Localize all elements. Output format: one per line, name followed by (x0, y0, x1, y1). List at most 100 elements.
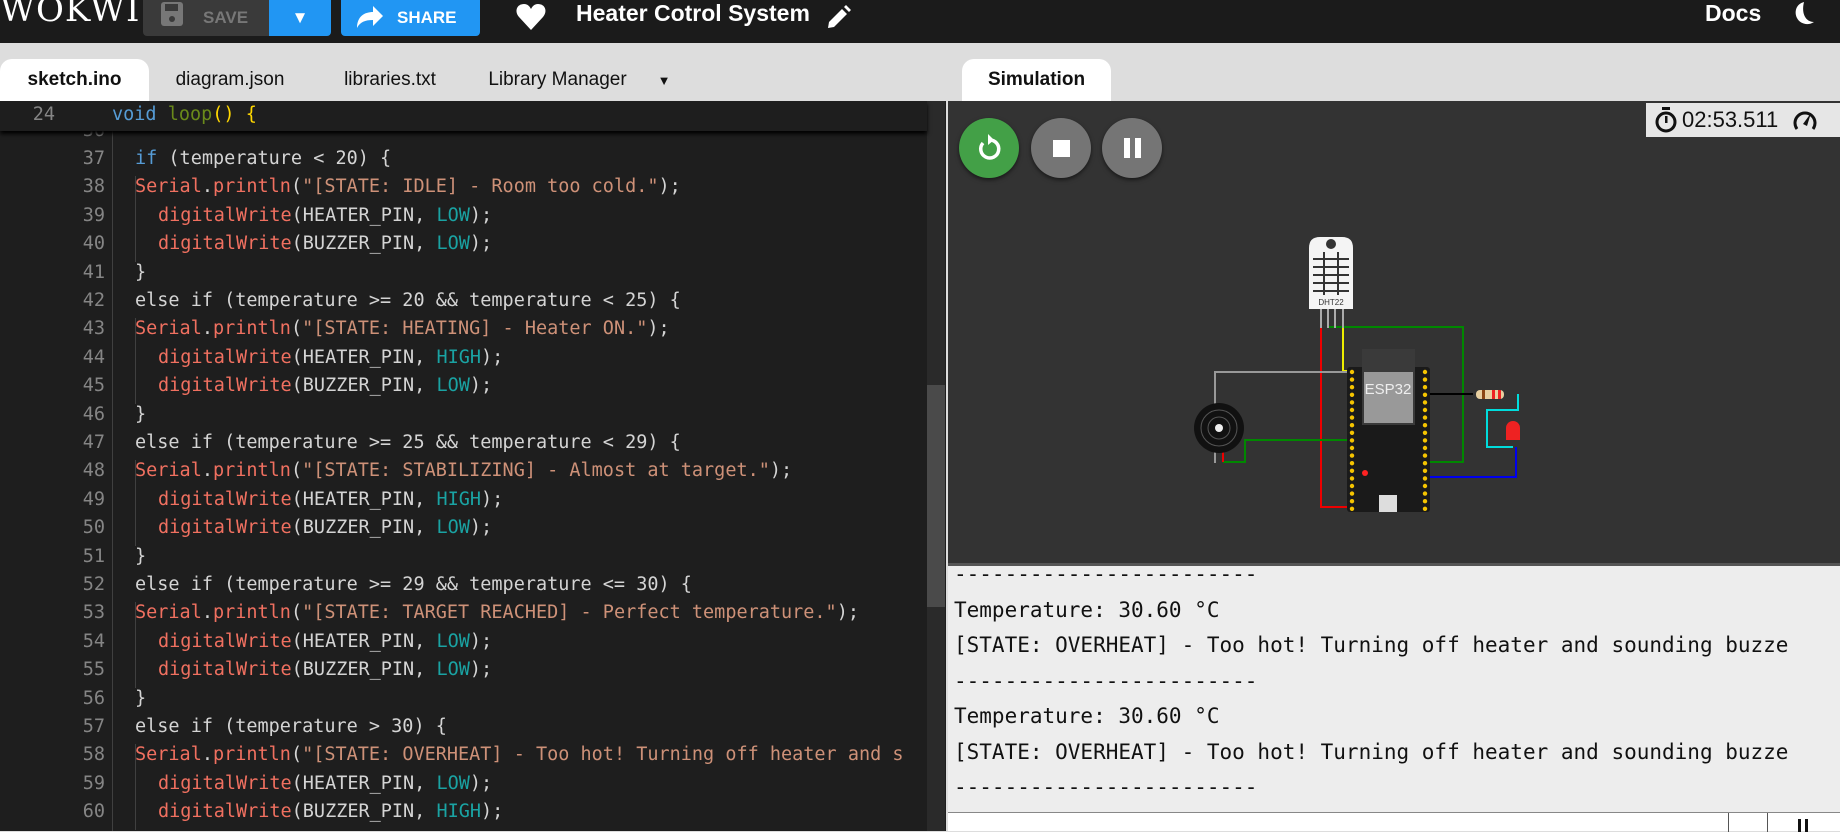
red-led (1506, 421, 1520, 440)
code-line: } (135, 261, 147, 283)
serial-line: Temperature: 30.60 °C (954, 704, 1220, 728)
save-dropdown-button[interactable]: ▼ (269, 0, 331, 36)
share-arrow-icon (357, 6, 383, 28)
simulation-canvas[interactable]: 02:53.511 DHT22 ESP32 (948, 101, 1840, 563)
line-number: 38 (82, 176, 105, 198)
esp32-label: ESP32 (1365, 381, 1412, 398)
docs-link[interactable]: Docs (1705, 0, 1761, 27)
esp32-pin (1422, 438, 1428, 443)
save-label: SAVE (203, 8, 249, 27)
indent-guide (135, 176, 136, 262)
serial-line: Temperature: 30.60 °C (954, 597, 1220, 622)
wire-red (1320, 327, 1350, 508)
code-line: Serial.println("[STATE: STABILIZING] - A… (135, 460, 793, 482)
tab-diagram-json[interactable]: diagram.json (160, 59, 300, 101)
serial-line: ------------------------ (954, 668, 1258, 693)
code-line: if (temperature < 20) { (135, 148, 392, 169)
indent-guide (135, 744, 136, 830)
esp32-pin (1349, 369, 1355, 375)
tab-sketch-ino[interactable]: sketch.ino (0, 59, 149, 101)
tab-library-manager[interactable]: Library Manager (470, 59, 645, 101)
line-number: 42 (82, 290, 105, 311)
line-number: 52 (82, 574, 105, 595)
line-number: 55 (82, 659, 105, 681)
line-number: 41 (82, 261, 105, 283)
line-number: 46 (82, 403, 105, 425)
code-line: digitalWrite(BUZZER_PIN, LOW); (158, 375, 493, 397)
serial-plotter-button[interactable] (1728, 813, 1768, 832)
esp32-pin (1422, 392, 1428, 397)
line-number: 49 (82, 488, 105, 510)
esp32-pin (1422, 491, 1428, 496)
dht22-sensor: DHT22 (1309, 237, 1353, 328)
serial-monitor-output[interactable]: ------------------------ Temperature: 30.… (948, 563, 1840, 812)
serial-line: [STATE: OVERHEAT] - Too hot! Turning off… (954, 633, 1789, 657)
indent-guide (112, 131, 113, 831)
code-line: } (135, 687, 147, 709)
esp32-pin (1349, 445, 1355, 451)
esp32-pin (1349, 506, 1355, 511)
esp32-pin (1422, 369, 1428, 375)
line-number: 48 (82, 460, 105, 482)
esp32-pin (1349, 476, 1355, 481)
wokwi-logo[interactable]: WOKWI (0, 0, 140, 30)
line-number: 47 (82, 432, 105, 453)
code-line: digitalWrite(BUZZER_PIN, HIGH); (158, 801, 504, 823)
line-number: 59 (82, 772, 105, 794)
esp32-pin (1422, 499, 1428, 504)
sticky-code: void loop() { (112, 104, 257, 125)
line-number: 45 (82, 375, 105, 397)
code-line: digitalWrite(HEATER_PIN, HIGH); (158, 346, 504, 368)
esp32-pin (1349, 385, 1355, 390)
tab-libraries-txt[interactable]: libraries.txt (325, 59, 455, 101)
line-number: 43 (82, 318, 105, 340)
code-line: Serial.println("[STATE: HEATING] - Heate… (135, 318, 670, 340)
line-number: 58 (82, 744, 105, 766)
code-line: digitalWrite(BUZZER_PIN, LOW); (158, 233, 493, 255)
tab-simulation[interactable]: Simulation (962, 59, 1111, 101)
esp32-pin (1349, 461, 1355, 466)
code-line: Serial.println("[STATE: OVERHEAT] - Too … (135, 744, 904, 766)
save-button[interactable]: SAVE (143, 0, 269, 36)
esp32-pin (1349, 468, 1355, 473)
indent-guide (135, 602, 136, 688)
tabs-dropdown-icon[interactable]: ▼ (652, 59, 676, 101)
serial-pause-icon[interactable] (1798, 819, 1808, 832)
esp32-pin (1422, 445, 1428, 451)
share-button[interactable]: SHARE (341, 0, 480, 36)
esp32-pin (1349, 453, 1355, 458)
esp32-pin (1422, 453, 1428, 458)
esp32-pin (1422, 423, 1428, 428)
pencil-edit-icon[interactable] (824, 4, 852, 32)
serial-monitor-input[interactable] (948, 812, 1840, 832)
project-title[interactable]: Heater Cotrol System (576, 0, 810, 27)
code-line: digitalWrite(HEATER_PIN, HIGH); (158, 488, 504, 510)
line-number: 56 (82, 687, 105, 709)
esp32-pin (1422, 415, 1428, 420)
esp32-pin (1349, 491, 1355, 496)
esp32-pin (1349, 423, 1355, 428)
code-line: Serial.println("[STATE: IDLE] - Room too… (135, 176, 681, 198)
line-number: 37 (82, 148, 105, 169)
code-line: else if (temperature >= 29 && temperatur… (135, 574, 692, 595)
dark-mode-moon-icon[interactable] (1790, 0, 1820, 30)
esp32-pin (1422, 407, 1428, 413)
esp32-pin (1422, 506, 1428, 511)
editor-scrollbar-thumb[interactable] (927, 385, 945, 607)
heart-icon[interactable] (514, 2, 548, 32)
code-line: Serial.println("[STATE: TARGET REACHED] … (135, 602, 859, 624)
line-number: 40 (82, 233, 105, 255)
code-editor[interactable]: 3637if (temperature < 20) {38Serial.prin… (0, 101, 946, 831)
esp32-pin (1349, 392, 1355, 397)
code-line: digitalWrite(HEATER_PIN, LOW); (158, 630, 493, 652)
esp32-pin (1422, 483, 1428, 489)
code-line: else if (temperature >= 20 && temperatur… (135, 290, 681, 311)
line-number: 50 (82, 517, 105, 539)
sticky-scroll-header[interactable]: 24 void loop() { (0, 101, 927, 131)
esp32-pin (1422, 377, 1428, 382)
code-line: } (135, 403, 147, 425)
code-line: digitalWrite(HEATER_PIN, LOW); (158, 204, 493, 226)
share-label: SHARE (397, 8, 457, 27)
line-number: 53 (82, 602, 105, 624)
esp32-pin (1349, 499, 1355, 504)
